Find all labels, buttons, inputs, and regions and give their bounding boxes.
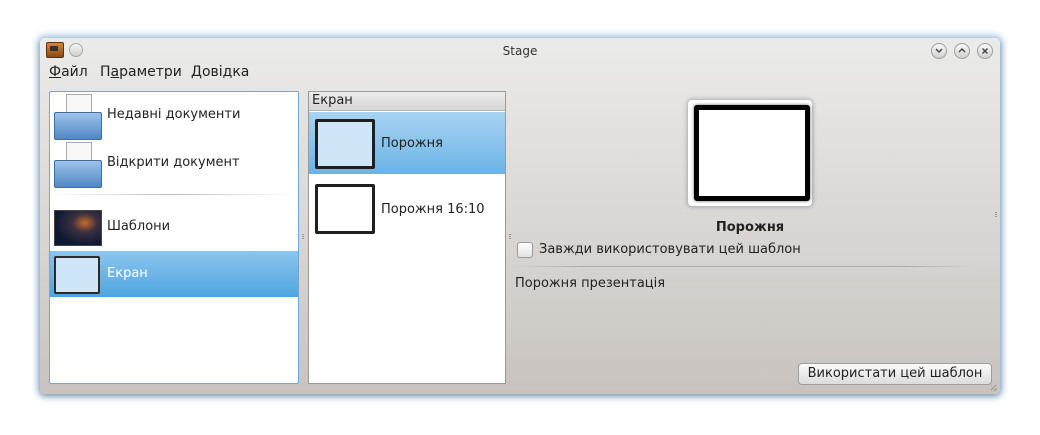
template-list[interactable]: Екран Порожня Порожня 16:10	[308, 91, 506, 384]
category-label: Недавні документи	[107, 107, 241, 122]
open-document-icon	[54, 142, 102, 188]
menu-settings-label: раметри	[119, 64, 182, 80]
menu-file[interactable]: Файл	[49, 64, 88, 80]
template-thumbnail	[315, 184, 375, 234]
menu-help-label: овідка	[201, 64, 250, 80]
list-separator	[54, 194, 294, 195]
category-screen[interactable]: Екран	[50, 251, 298, 297]
right-edge-handle[interactable]	[995, 212, 997, 218]
title-bar[interactable]: Stage	[40, 38, 1000, 62]
category-list[interactable]: Недавні документи Відкрити документ Шабл…	[49, 91, 299, 384]
preview-slide	[694, 105, 810, 201]
menu-help-accel: Д	[191, 64, 202, 80]
templates-thumbnail	[54, 210, 102, 246]
resize-grip[interactable]	[991, 385, 997, 391]
template-item-blank[interactable]: Порожня	[309, 112, 505, 174]
category-label: Екран	[107, 266, 148, 281]
screen-thumbnail	[54, 256, 100, 294]
template-description: Порожня презентація	[515, 276, 666, 291]
category-recent-documents[interactable]: Недавні документи	[50, 92, 298, 140]
always-use-label[interactable]: Завжди використовувати цей шаблон	[539, 242, 801, 257]
template-item-blank-16-10[interactable]: Порожня 16:10	[309, 176, 505, 238]
menu-file-accel: Ф	[49, 64, 62, 80]
template-group-header: Екран	[309, 92, 505, 111]
menu-settings[interactable]: Параметри	[100, 64, 182, 80]
menu-file-label: айл	[61, 64, 88, 80]
template-label: Порожня	[381, 136, 443, 151]
menu-settings-accel: а	[110, 64, 120, 80]
menu-help[interactable]: Довідка	[191, 64, 249, 80]
minimize-button[interactable]	[931, 43, 947, 59]
category-label: Шаблони	[107, 219, 171, 234]
template-thumbnail	[315, 119, 375, 169]
close-icon	[982, 48, 988, 54]
recent-documents-icon	[54, 94, 102, 140]
template-preview	[688, 100, 812, 206]
category-label: Відкрити документ	[107, 155, 240, 170]
chevron-down-icon	[935, 48, 943, 53]
chevron-up-icon	[958, 48, 966, 53]
template-label: Порожня 16:10	[381, 202, 485, 217]
menu-settings-prefix: П	[100, 64, 111, 80]
template-group-title: Екран	[312, 93, 353, 108]
splitter-handle-right[interactable]	[509, 234, 511, 240]
category-open-document[interactable]: Відкрити документ	[50, 140, 298, 188]
window-title: Stage	[502, 44, 538, 58]
always-use-checkbox[interactable]	[517, 242, 533, 258]
splitter-handle-left[interactable]	[302, 234, 304, 240]
use-template-button[interactable]: Використати цей шаблон	[798, 363, 992, 385]
close-button[interactable]	[977, 43, 993, 59]
maximize-button[interactable]	[954, 43, 970, 59]
main-window: Stage Файл Параметри Довідка Недавні док…	[40, 38, 1000, 394]
details-divider	[514, 266, 974, 267]
template-name: Порожня	[715, 220, 785, 235]
category-templates[interactable]: Шаблони	[50, 204, 298, 250]
